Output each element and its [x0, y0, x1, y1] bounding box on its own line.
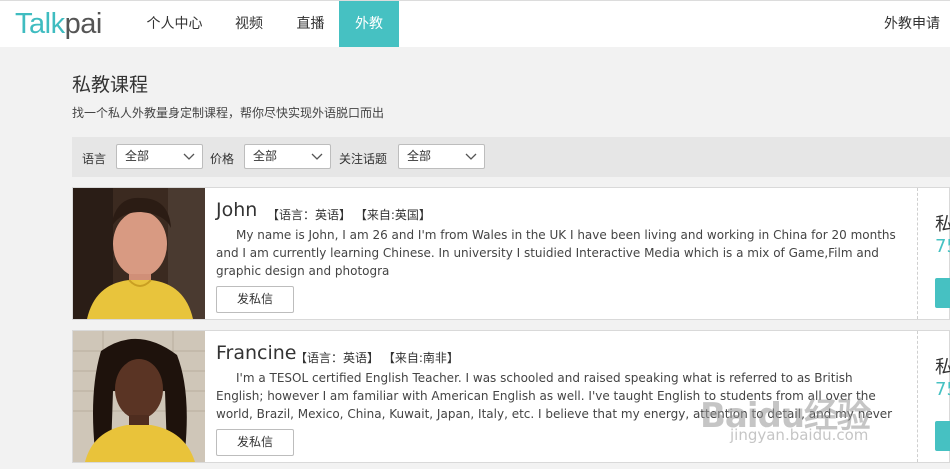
nav-foreign-teachers[interactable]: 外教 — [339, 1, 399, 47]
teacher-name[interactable]: Francine — [216, 342, 297, 364]
teacher-avatar-francine — [73, 331, 205, 462]
teacher-origin: 【来自:英国】 — [354, 208, 431, 222]
language-select[interactable]: 全部 — [116, 144, 203, 169]
page-subtitle: 找一个私人外教量身定制课程，帮你尽快实现外语脱口而出 — [72, 106, 385, 120]
course-price: 75 — [935, 236, 950, 257]
price-select[interactable]: 全部 — [244, 144, 331, 169]
course-price: 75 — [935, 379, 950, 400]
book-course-button[interactable] — [935, 421, 950, 451]
watermark-url: jingyan.baidu.com — [730, 426, 869, 444]
teacher-photo[interactable] — [73, 188, 205, 319]
teacher-card: John 【语言：英语】 【来自:英国】 My name is John, I … — [72, 187, 950, 320]
talkpai-logo[interactable]: Talkpai — [15, 7, 102, 41]
teacher-avatar-john — [73, 188, 205, 319]
logo-text-pai: pai — [64, 8, 103, 40]
nav-personal-center[interactable]: 个人中心 — [133, 1, 216, 47]
chevron-down-icon — [465, 153, 477, 160]
price-filter-label: 价格 — [210, 152, 235, 166]
logo-text-talk: Talk — [15, 8, 65, 40]
nav-live[interactable]: 直播 — [282, 1, 339, 47]
topic-select[interactable]: 全部 — [398, 144, 485, 169]
teacher-language: 【语言：英语】 — [267, 208, 352, 222]
language-filter-label: 语言 — [82, 152, 107, 166]
chevron-down-icon — [311, 153, 323, 160]
private-course-label: 私 — [935, 357, 950, 378]
page-title: 私教课程 — [72, 74, 149, 96]
private-course-label: 私 — [935, 214, 950, 235]
topic-select-value: 全部 — [407, 149, 432, 163]
send-message-button[interactable]: 发私信 — [216, 429, 294, 456]
send-message-button[interactable]: 发私信 — [216, 286, 294, 313]
book-course-button[interactable] — [935, 278, 950, 308]
teacher-meta: 【语言：英语】 【来自:英国】 — [267, 206, 431, 223]
nav-videos[interactable]: 视频 — [216, 1, 282, 47]
baidu-watermark: Baidu经验 jingyan.baidu.com — [700, 388, 871, 444]
teacher-apply-link[interactable]: 外教申请 — [884, 1, 940, 47]
topic-filter-label: 关注话题 — [339, 152, 388, 166]
language-select-value: 全部 — [125, 149, 150, 163]
teacher-language: 【语言：英语】 — [295, 351, 380, 365]
top-nav-bar: Talkpai 个人中心 视频 直播 外教 外教申请 — [0, 0, 950, 47]
filter-bar: 语言 全部 价格 全部 关注话题 全部 — [72, 137, 950, 177]
price-select-value: 全部 — [253, 149, 278, 163]
card-divider — [917, 188, 918, 319]
teacher-origin: 【来自:南非】 — [382, 351, 459, 365]
card-divider — [917, 331, 918, 462]
teacher-meta: 【语言：英语】 【来自:南非】 — [295, 349, 459, 366]
chevron-down-icon — [183, 153, 195, 160]
teacher-bio: My name is John, I am 26 and I'm from Wa… — [216, 228, 896, 278]
teacher-name[interactable]: John — [216, 199, 257, 221]
teacher-photo[interactable] — [73, 331, 205, 462]
